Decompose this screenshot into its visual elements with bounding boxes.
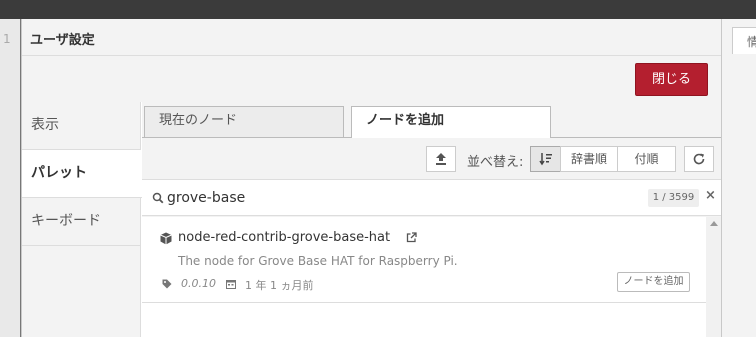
nav-item-keyboard[interactable]: キーボード <box>22 198 141 246</box>
sort-alphabetical-button[interactable]: 辞書順 <box>560 146 618 172</box>
editor-workspace-left: 1 <box>0 19 20 337</box>
sort-toolbar: 並べ替え: 辞書順 付順 <box>142 138 721 180</box>
sidebar-info-tab[interactable]: 情 <box>732 27 756 54</box>
node-name: node-red-contrib-grove-base-hat <box>178 230 391 245</box>
upload-icon <box>436 153 446 165</box>
tag-icon <box>162 279 172 289</box>
node-version: 0.0.10 <box>181 277 216 290</box>
results-scrollbar[interactable] <box>706 217 721 337</box>
nav-item-palette[interactable]: パレット <box>22 150 142 198</box>
calendar-icon <box>226 280 236 289</box>
nav-item-view[interactable]: 表示 <box>22 102 141 150</box>
editor-header-bar <box>0 0 756 19</box>
refresh-button[interactable] <box>684 146 714 172</box>
sort-date-button[interactable]: 付順 <box>617 146 676 172</box>
package-icon <box>160 232 172 245</box>
search-results: node-red-contrib-grove-base-hat The node… <box>142 217 706 337</box>
clear-search-icon[interactable]: × <box>705 188 716 203</box>
close-button[interactable]: 閉じる <box>635 63 708 96</box>
dialog-toolbar <box>22 56 721 102</box>
tab-install-nodes[interactable]: ノードを追加 <box>351 106 551 139</box>
dialog-title: ユーザ設定 <box>30 33 95 48</box>
node-description: The node for Grove Base HAT for Raspberr… <box>178 254 458 268</box>
list-item: node-red-contrib-grove-base-hat The node… <box>142 217 706 303</box>
sort-relevance-icon <box>538 153 552 166</box>
palette-tabbar: 現在のノード ノードを追加 <box>142 102 721 139</box>
dialog-titlebar[interactable]: ユーザ設定 <box>22 19 721 56</box>
settings-nav: 表示 パレット キーボード <box>22 102 142 337</box>
palette-manager: 現在のノード ノードを追加 並べ替え: 辞書順 付順 grove-base 1 … <box>142 102 721 337</box>
node-updated: 1 年 1 ヵ月前 <box>245 279 314 292</box>
search-bar: 1 / 3599 × <box>142 180 721 216</box>
sidebar-info-tab-label: 情 <box>747 35 756 49</box>
refresh-icon <box>693 153 705 165</box>
search-result-count: 1 / 3599 <box>648 189 699 207</box>
tab-current-nodes[interactable]: 現在のノード <box>144 106 344 138</box>
external-link-icon[interactable] <box>406 232 417 243</box>
sort-relevance-button[interactable] <box>530 146 561 172</box>
sort-label: 並べ替え: <box>467 155 524 170</box>
workspace-tab-number: 1 <box>3 32 11 46</box>
user-settings-dialog: ユーザ設定 閉じる 表示 パレット キーボード 現在のノード ノードを追加 並べ… <box>21 19 722 337</box>
search-icon <box>152 192 164 204</box>
editor-sidebar-right <box>722 19 756 337</box>
install-node-button[interactable]: ノードを追加 <box>617 272 690 292</box>
upload-button[interactable] <box>426 146 456 172</box>
scroll-up-arrow-icon[interactable] <box>710 221 718 226</box>
search-input[interactable] <box>167 188 607 208</box>
